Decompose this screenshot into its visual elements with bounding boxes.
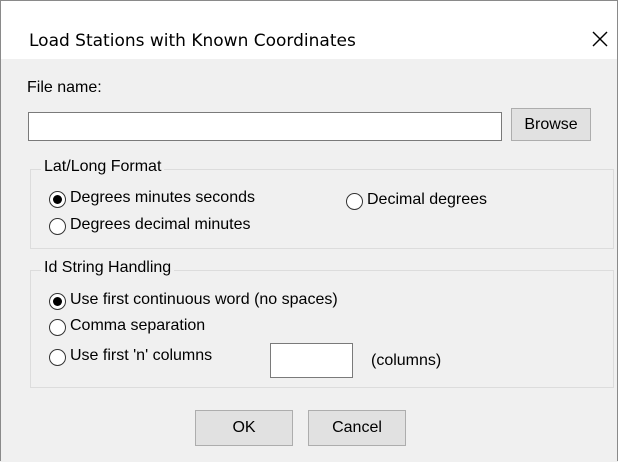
close-icon[interactable] (589, 28, 611, 50)
radio-ddm[interactable] (49, 218, 66, 235)
cancel-button[interactable]: Cancel (308, 410, 406, 446)
columns-count-input[interactable] (270, 343, 353, 378)
radio-dd-label: Decimal degrees (367, 191, 488, 208)
latlong-format-group (30, 169, 614, 249)
dialog-title: Load Stations with Known Coordinates (29, 31, 356, 51)
radio-dms[interactable] (49, 191, 66, 208)
radio-dms-label: Degrees minutes seconds (70, 189, 255, 206)
radio-selected-dot (53, 195, 62, 204)
radio-n-columns[interactable] (49, 349, 66, 366)
id-string-legend: Id String Handling (41, 259, 175, 277)
file-name-label: File name: (27, 79, 102, 96)
browse-button[interactable]: Browse (511, 108, 591, 141)
radio-dd[interactable] (346, 193, 363, 210)
ok-button[interactable]: OK (195, 410, 293, 446)
radio-first-word-label: Use first continuous word (no spaces) (70, 291, 338, 308)
radio-comma-label: Comma separation (70, 317, 206, 334)
title-bar: Load Stations with Known Coordinates (1, 1, 617, 59)
file-name-input[interactable] (28, 112, 502, 141)
radio-comma[interactable] (49, 319, 66, 336)
radio-first-word[interactable] (49, 293, 66, 310)
columns-suffix-label: (columns) (371, 352, 442, 369)
radio-n-columns-label: Use first 'n' columns (70, 347, 213, 364)
radio-selected-dot (53, 297, 62, 306)
radio-ddm-label: Degrees decimal minutes (70, 216, 251, 233)
latlong-format-legend: Lat/Long Format (41, 158, 165, 176)
load-stations-dialog: Load Stations with Known Coordinates Fil… (0, 0, 618, 461)
